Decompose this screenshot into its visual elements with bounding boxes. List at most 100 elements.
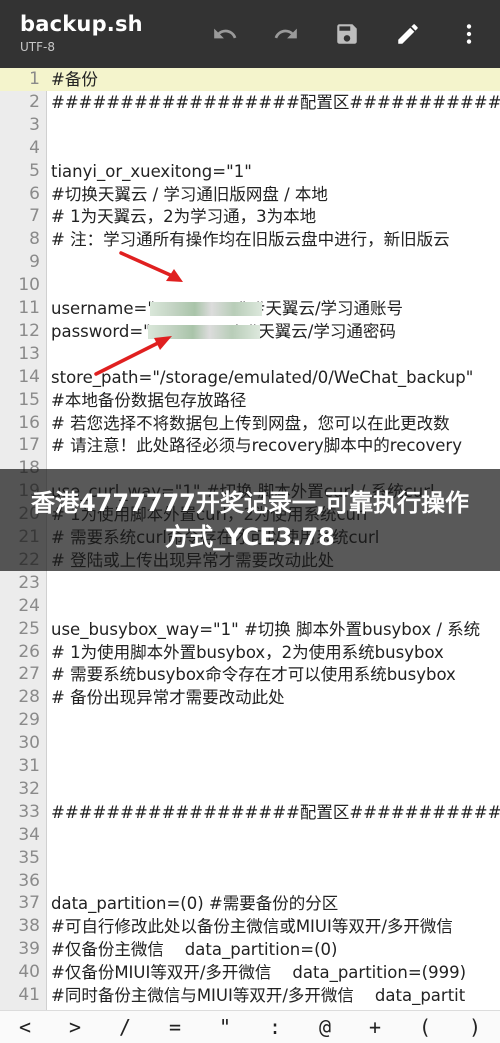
- line-number: 8: [29, 229, 40, 250]
- code-text: data_partition=(0) #需要备份的分区: [51, 894, 339, 914]
- line-number: 1: [29, 69, 40, 89]
- edit-icon[interactable]: [388, 14, 428, 54]
- code-line[interactable]: 3: [0, 114, 500, 137]
- line-number: 2: [29, 91, 40, 112]
- code-line[interactable]: 7 # 1为天翼云，2为学习通，3为本地: [0, 205, 500, 228]
- line-number: 13: [18, 343, 40, 364]
- app-bar: backup.sh UTF-8: [0, 0, 500, 68]
- code-line[interactable]: 2 ##################配置区#################: [0, 91, 500, 114]
- line-number: 6: [29, 183, 40, 204]
- code-line[interactable]: 17 # 请注意！此处路径必须与recovery脚本中的recovery: [0, 434, 500, 457]
- code-line[interactable]: 14 store_path="/storage/emulated/0/WeChat…: [0, 366, 500, 389]
- symbol-key[interactable]: @: [305, 1015, 345, 1039]
- line-number: 11: [18, 298, 40, 318]
- code-line[interactable]: 16 # 若您选择不将数据包上传到网盘，您可以在此更改数: [0, 412, 500, 435]
- line-number: 16: [18, 412, 40, 433]
- redacted-credential: [150, 302, 262, 316]
- line-number: 37: [18, 893, 40, 914]
- line-number: 9: [29, 252, 40, 273]
- code-text: # 备份出现异常才需要改动此处: [51, 688, 285, 708]
- line-number: 4: [29, 137, 40, 158]
- code-line[interactable]: 5 tianyi_or_xuexitong="1": [0, 160, 500, 183]
- line-number: 15: [18, 389, 40, 410]
- more-vert-icon[interactable]: [449, 14, 489, 54]
- line-number: 41: [18, 985, 40, 1005]
- code-line[interactable]: 38 #可自行修改此处以备份主微信或MIUI等双开/多开微信: [0, 915, 500, 938]
- code-line[interactable]: 33 ##################配置区#################: [0, 801, 500, 824]
- line-number: 24: [18, 595, 40, 616]
- code-line[interactable]: 12password=" ' #天翼云/学习通密码: [0, 320, 500, 343]
- code-line[interactable]: 25 use_busybox_way="1" #切换 脚本外置busybox / …: [0, 618, 500, 641]
- code-line[interactable]: 8 # 注：学习通所有操作均在旧版云盘中进行，新旧版云: [0, 228, 500, 251]
- code-text: #仅备份主微信 data_partition=(0): [51, 940, 338, 960]
- line-number: 38: [18, 916, 40, 937]
- save-icon[interactable]: [327, 14, 367, 54]
- code-line[interactable]: 1 #备份: [0, 68, 500, 91]
- symbol-key[interactable]: /: [105, 1015, 145, 1039]
- code-line[interactable]: 37 data_partition=(0) #需要备份的分区: [0, 892, 500, 915]
- code-text: # 若您选择不将数据包上传到网盘，您可以在此更改数: [51, 413, 450, 433]
- code-line[interactable]: 40 #仅备份MIUI等双开/多开微信 data_partition=(999): [0, 961, 500, 984]
- code-line[interactable]: 11username=" " #天翼云/学习通账号: [0, 297, 500, 320]
- line-number: 28: [18, 687, 40, 708]
- line-number: 33: [18, 801, 40, 822]
- file-title: backup.sh: [20, 12, 143, 36]
- annotation-arrow-down: [119, 251, 183, 282]
- code-text: #仅备份MIUI等双开/多开微信 data_partition=(999): [51, 963, 467, 983]
- symbol-key[interactable]: <: [5, 1015, 45, 1039]
- code-line[interactable]: 29: [0, 709, 500, 732]
- code-line[interactable]: 26 # 1为使用脚本外置busybox，2为使用系统busybox: [0, 641, 500, 664]
- code-line[interactable]: 28 # 备份出现异常才需要改动此处: [0, 686, 500, 709]
- code-text: # 注：学习通所有操作均在旧版云盘中进行，新旧版云: [51, 230, 450, 250]
- code-text: ##################配置区#################: [51, 92, 500, 112]
- file-encoding: UTF-8: [20, 40, 55, 54]
- line-number: 10: [18, 275, 40, 296]
- symbol-key[interactable]: ": [205, 1015, 245, 1039]
- line-number: 27: [18, 664, 40, 685]
- code-text: # 1为使用脚本外置busybox，2为使用系统busybox: [51, 642, 444, 662]
- line-number: 5: [29, 160, 40, 181]
- code-line[interactable]: 27 # 需要系统busybox命令存在才可以使用系统busybox: [0, 663, 500, 686]
- line-number: 3: [29, 114, 40, 135]
- code-line[interactable]: 15 #本地备份数据包存放路径: [0, 389, 500, 412]
- overlay-banner: 香港4777777开奖记录一,可靠执行操作方式_YCE3.78: [0, 469, 500, 571]
- code-line[interactable]: 4: [0, 137, 500, 160]
- line-number: 39: [18, 939, 40, 960]
- code-text: #切换天翼云 / 学习通旧版网盘 / 本地: [51, 184, 328, 204]
- line-number: 40: [18, 962, 40, 983]
- line-number: 7: [29, 206, 40, 227]
- code-text: #本地备份数据包存放路径: [51, 390, 247, 410]
- code-line[interactable]: 13: [0, 343, 500, 366]
- code-line[interactable]: 6 #切换天翼云 / 学习通旧版网盘 / 本地: [0, 183, 500, 206]
- code-line[interactable]: 24: [0, 595, 500, 618]
- line-number: 26: [18, 641, 40, 662]
- line-number: 30: [18, 733, 40, 754]
- code-line[interactable]: 36: [0, 870, 500, 893]
- symbol-key[interactable]: :: [255, 1015, 295, 1039]
- symbol-key[interactable]: +: [355, 1015, 395, 1039]
- line-number: 35: [18, 847, 40, 868]
- code-line[interactable]: 30: [0, 732, 500, 755]
- symbol-key[interactable]: =: [155, 1015, 195, 1039]
- code-text: #可自行修改此处以备份主微信或MIUI等双开/多开微信: [51, 917, 453, 937]
- code-line[interactable]: 9: [0, 251, 500, 274]
- line-number: 31: [18, 756, 40, 776]
- code-line[interactable]: 10: [0, 274, 500, 297]
- banner-text: 香港4777777开奖记录一,可靠执行操作方式_YCE3.78: [30, 489, 469, 551]
- redo-icon[interactable]: [266, 14, 306, 54]
- code-line[interactable]: 35: [0, 847, 500, 870]
- symbol-key[interactable]: ): [455, 1015, 495, 1039]
- code-text: ##################配置区#################: [51, 802, 500, 822]
- symbol-key[interactable]: (: [405, 1015, 445, 1039]
- code-line[interactable]: 31: [0, 755, 500, 778]
- annotation-arrow-up: [94, 336, 172, 376]
- code-line[interactable]: 32: [0, 778, 500, 801]
- code-line[interactable]: 41 #同时备份主微信与MIUI等双开/多开微信 data_partit: [0, 984, 500, 1007]
- code-line[interactable]: 34: [0, 824, 500, 847]
- line-number: 32: [18, 778, 40, 799]
- undo-icon[interactable]: [205, 14, 245, 54]
- symbol-key[interactable]: >: [55, 1015, 95, 1039]
- code-line[interactable]: 39 #仅备份主微信 data_partition=(0): [0, 938, 500, 961]
- code-line[interactable]: 23: [0, 572, 500, 595]
- line-number: 12: [18, 320, 40, 341]
